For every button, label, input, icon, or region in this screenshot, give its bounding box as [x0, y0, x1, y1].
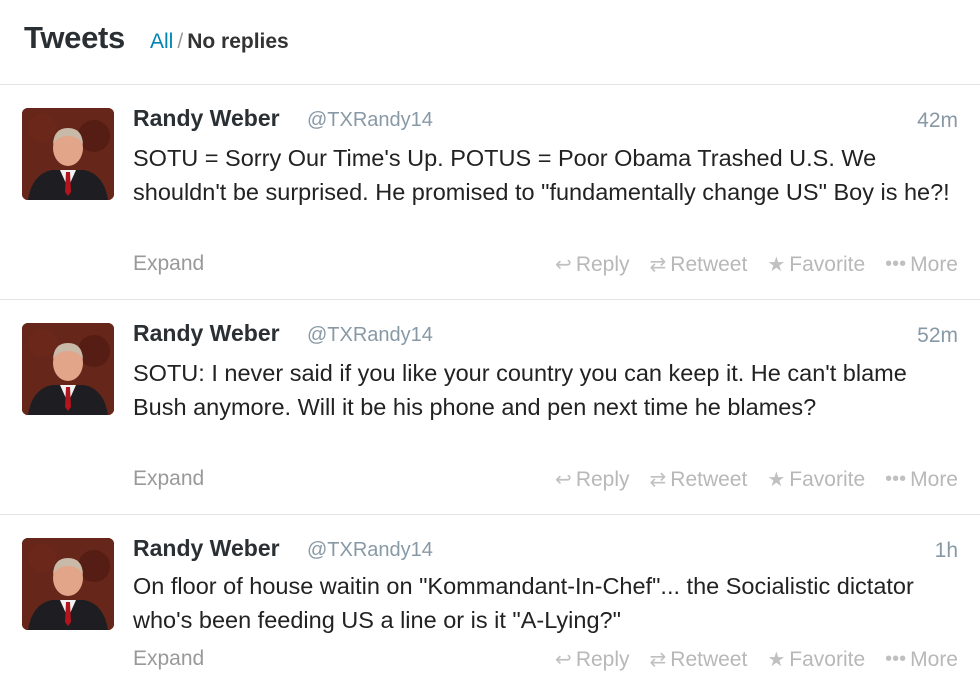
retweet-button[interactable]: ⇄ Retweet [650, 647, 748, 672]
more-dots-icon: ••• [885, 253, 907, 275]
author-handle[interactable]: @TXRandy14 [307, 539, 433, 562]
more-label: More [910, 647, 958, 671]
reply-label: Reply [575, 252, 630, 276]
tweet-item[interactable]: Randy Weber @TXRandy14 52m SOTU: I never… [0, 301, 980, 515]
filter-all-link[interactable]: All [150, 30, 173, 53]
tweet-actions: ↩ Reply ⇄ Retweet ★ Favorite ••• More [555, 647, 958, 672]
retweet-label: Retweet [670, 647, 748, 671]
reply-button[interactable]: ↩ Reply [555, 647, 629, 672]
retweet-button[interactable]: ⇄ Retweet [650, 467, 748, 492]
tweet-actions: ↩ Reply ⇄ Retweet ★ Favorite ••• More [555, 467, 958, 492]
more-label: More [910, 252, 958, 276]
tweet-text: SOTU: I never said if you like your coun… [133, 360, 907, 420]
favorite-button[interactable]: ★ Favorite [767, 647, 865, 672]
tweet-text: SOTU = Sorry Our Time's Up. POTUS = Poor… [133, 145, 950, 205]
star-icon: ★ [767, 254, 786, 276]
reply-icon: ↩ [555, 469, 572, 491]
author-handle[interactable]: @TXRandy14 [307, 109, 433, 132]
filter-separator: / [177, 30, 184, 53]
avatar-portrait [22, 538, 114, 630]
more-dots-icon: ••• [885, 648, 907, 670]
tweet-filter: All / No replies [150, 30, 289, 54]
retweet-label: Retweet [670, 467, 748, 491]
timeline-header: Tweets All / No replies [0, 0, 980, 85]
reply-label: Reply [575, 467, 630, 491]
star-icon: ★ [767, 469, 786, 491]
reply-button[interactable]: ↩ Reply [555, 252, 629, 277]
retweet-label: Retweet [670, 252, 748, 276]
favorite-button[interactable]: ★ Favorite [767, 252, 865, 277]
more-dots-icon: ••• [885, 468, 907, 490]
avatar[interactable] [22, 323, 114, 415]
tweet-item[interactable]: Randy Weber @TXRandy14 42m SOTU = Sorry … [0, 86, 980, 300]
expand-link[interactable]: Expand [133, 252, 204, 276]
retweet-icon: ⇄ [649, 254, 667, 276]
avatar[interactable] [22, 538, 114, 630]
favorite-button[interactable]: ★ Favorite [767, 467, 865, 492]
favorite-label: Favorite [789, 252, 866, 276]
author-name[interactable]: Randy Weber [133, 535, 280, 562]
tweet-timestamp[interactable]: 52m [917, 324, 958, 348]
favorite-label: Favorite [789, 467, 866, 491]
retweet-button[interactable]: ⇄ Retweet [650, 252, 748, 277]
reply-icon: ↩ [555, 649, 572, 671]
retweet-icon: ⇄ [649, 469, 667, 491]
reply-label: Reply [575, 647, 630, 671]
filter-no-replies-link[interactable]: No replies [187, 30, 289, 53]
more-button[interactable]: ••• More [885, 253, 958, 277]
page-title: Tweets [24, 20, 125, 55]
avatar[interactable] [22, 108, 114, 200]
more-button[interactable]: ••• More [885, 468, 958, 492]
more-button[interactable]: ••• More [885, 648, 958, 672]
tweet-actions: ↩ Reply ⇄ Retweet ★ Favorite ••• More [555, 252, 958, 277]
expand-link[interactable]: Expand [133, 467, 204, 491]
author-name[interactable]: Randy Weber [133, 105, 280, 132]
reply-button[interactable]: ↩ Reply [555, 467, 629, 492]
reply-icon: ↩ [555, 254, 572, 276]
favorite-label: Favorite [789, 647, 866, 671]
author-name[interactable]: Randy Weber [133, 320, 280, 347]
expand-link[interactable]: Expand [133, 647, 204, 671]
star-icon: ★ [767, 649, 786, 671]
tweet-timestamp[interactable]: 42m [917, 109, 958, 133]
tweet-text: On floor of house waitin on "Kommandant-… [133, 573, 914, 633]
tweet-timestamp[interactable]: 1h [935, 539, 958, 563]
tweet-item[interactable]: Randy Weber @TXRandy14 1h On floor of ho… [0, 516, 980, 680]
more-label: More [910, 467, 958, 491]
avatar-portrait [22, 323, 114, 415]
author-handle[interactable]: @TXRandy14 [307, 324, 433, 347]
avatar-portrait [22, 108, 114, 200]
retweet-icon: ⇄ [649, 649, 667, 671]
